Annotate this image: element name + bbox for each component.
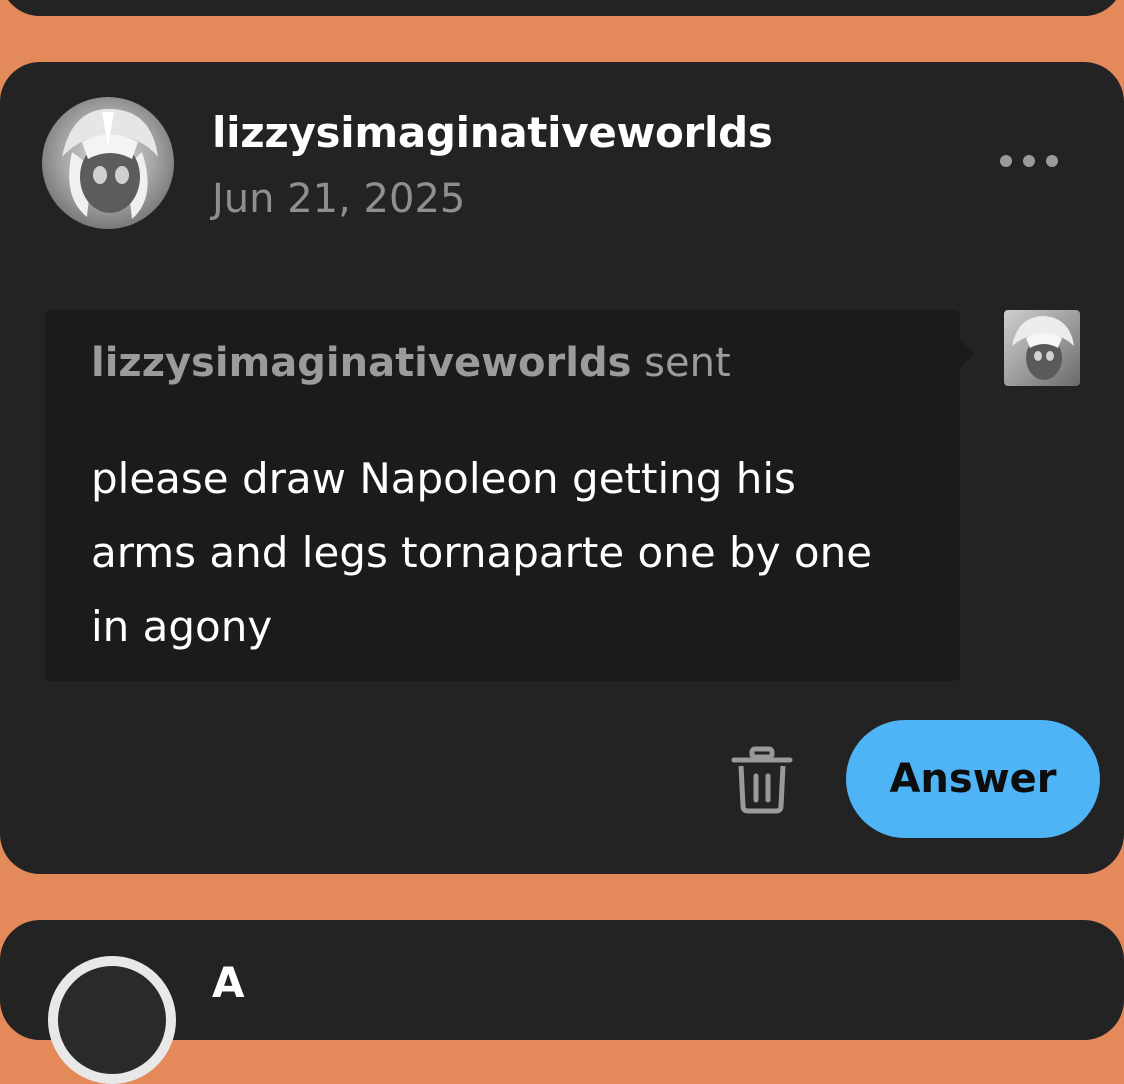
next-post-card: A: [0, 920, 1124, 1084]
thumbnail-illustration: [1012, 316, 1074, 380]
more-dot: [1023, 155, 1035, 167]
next-post-avatar[interactable]: [48, 956, 176, 1084]
avatar-illustration: [62, 108, 158, 219]
previous-post-card: [0, 0, 1124, 16]
trash-icon[interactable]: [730, 746, 794, 814]
post-username[interactable]: lizzysimaginativeworlds: [212, 108, 773, 157]
more-options-icon[interactable]: [996, 146, 1062, 176]
sender-avatar-thumbnail[interactable]: [1004, 310, 1080, 386]
answer-button[interactable]: Answer: [846, 720, 1100, 838]
bubble-tail: [960, 340, 974, 368]
ask-sender-name[interactable]: lizzysimaginativeworlds: [91, 340, 631, 386]
ask-sender-verb: sent: [644, 340, 731, 386]
ask-bubble: lizzysimaginativeworlds sent please draw…: [45, 310, 974, 681]
post-date: Jun 21, 2025: [212, 176, 466, 222]
ask-post-card: lizzysimaginativeworlds Jun 21, 2025 liz…: [0, 62, 1124, 874]
next-post-username[interactable]: A: [212, 958, 245, 1007]
ask-sender-line: lizzysimaginativeworlds sent: [91, 340, 731, 386]
trash-glyph: [731, 746, 793, 814]
more-dot: [1046, 155, 1058, 167]
user-avatar[interactable]: [42, 97, 174, 229]
more-dot: [1000, 155, 1012, 167]
ask-message: please draw Napoleon getting his arms an…: [91, 454, 873, 651]
